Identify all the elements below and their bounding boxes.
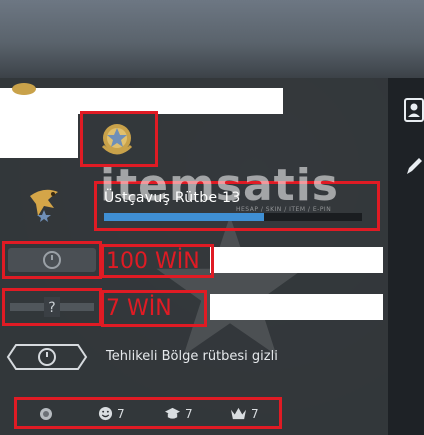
graduation-cap-icon [165,407,180,419]
stat-teacher-value: 7 [185,406,193,421]
competitive-rank-hidden-icon [8,248,96,272]
profile-card-icon[interactable] [404,98,424,122]
eagle-rank-icon [30,189,58,222]
wingman-rank-hidden-icon: ? [10,297,94,317]
stat-leader: 7 [230,406,259,421]
svg-text:?: ? [48,300,55,316]
background-star-emblem [156,216,304,356]
service-medal-icon [40,408,52,420]
redaction-block-left [0,114,78,158]
skill-group-medal-icon [101,124,133,155]
competitive-wins-text: 100 WİN [106,249,200,274]
stat-teacher: 7 [164,406,193,421]
right-sidebar [388,78,424,435]
redaction-block-wingman [210,294,383,320]
small-emblem-icon [12,83,36,95]
stat-friendly-value: 7 [117,406,125,421]
danger-zone-hidden-text: Tehlikeli Bölge rütbesi gizli [106,349,278,364]
stat-leader-value: 7 [251,406,259,421]
smiley-icon [98,406,113,421]
crown-icon [231,407,246,420]
watermark-brand: itemsatis [100,160,339,211]
blurred-background-strip [0,0,424,78]
danger-zone-rank-icon [6,344,88,370]
stat-friendly: 7 [98,406,125,421]
edit-pencil-icon[interactable] [404,155,424,177]
wingman-wins-text: 7 WİN [106,296,172,321]
watermark-subtitle: HESAP / SKIN / ITEM / E-PIN [236,206,332,213]
redaction-block-competitive [210,247,383,273]
profile-screen: Üstçavuş Rütbe 13 itemsatis HESAP / SKIN… [0,0,424,435]
